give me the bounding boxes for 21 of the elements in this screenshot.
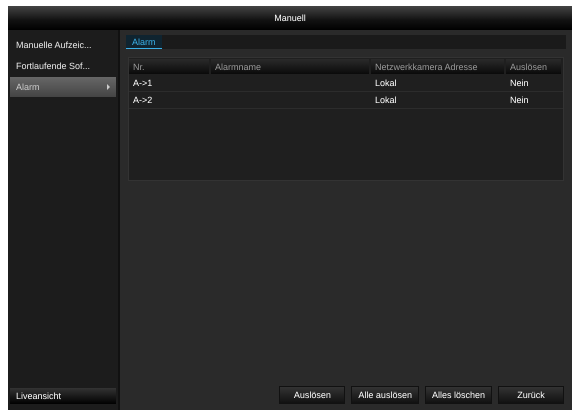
live-view-button[interactable]: Liveansicht bbox=[10, 388, 116, 404]
table-cell: A->1 bbox=[133, 78, 152, 88]
action-button[interactable]: Auslösen bbox=[279, 386, 346, 404]
table-cell: Lokal bbox=[375, 78, 397, 88]
action-button[interactable]: Alles löschen bbox=[424, 386, 492, 404]
column-header[interactable]: Nr. bbox=[129, 59, 209, 74]
table-cell: Lokal bbox=[375, 95, 397, 105]
sidebar-item[interactable]: Fortlaufende Sof... bbox=[10, 56, 116, 76]
sidebar-item[interactable]: Manuelle Aufzeic... bbox=[10, 35, 116, 55]
column-header[interactable]: Alarmname bbox=[211, 59, 369, 74]
table-cell: A->2 bbox=[133, 95, 152, 105]
table-cell: Nein bbox=[510, 78, 529, 88]
column-header[interactable]: Auslösen bbox=[506, 59, 561, 74]
column-header[interactable]: Netzwerkkamera Adresse bbox=[371, 59, 504, 74]
caret-icon bbox=[107, 84, 110, 90]
window-title: Manuell bbox=[8, 6, 572, 30]
sidebar-item[interactable]: Alarm bbox=[10, 77, 116, 97]
table-cell: Nein bbox=[510, 95, 529, 105]
tab[interactable]: Alarm bbox=[126, 35, 162, 49]
action-button[interactable]: Zurück bbox=[498, 386, 564, 404]
action-button[interactable]: Alle auslösen bbox=[351, 386, 419, 404]
